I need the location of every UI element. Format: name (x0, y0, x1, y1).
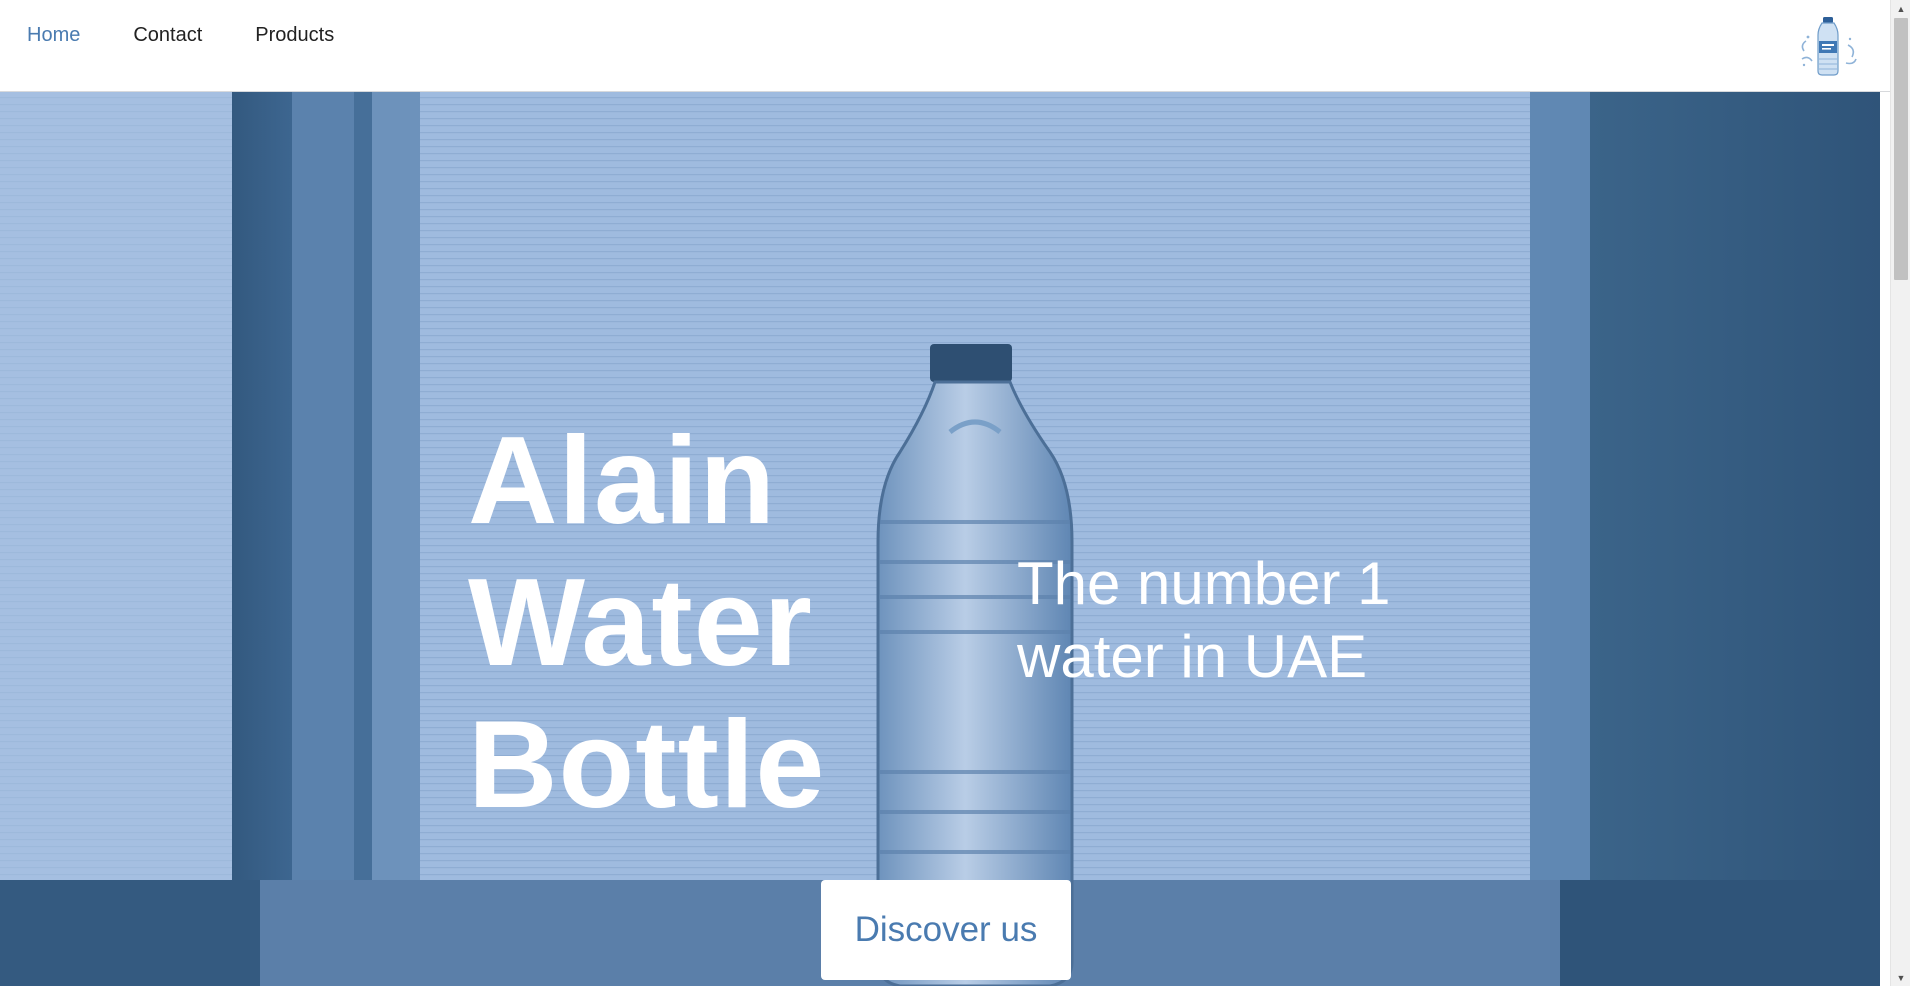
logo-graphic (1801, 17, 1857, 76)
nav-home-link[interactable]: Home (27, 22, 80, 48)
nav-contact-link[interactable]: Contact (133, 22, 202, 48)
nav-products-link[interactable]: Products (255, 22, 334, 48)
hero-subtitle-line: The number 1 (1017, 550, 1391, 617)
discover-us-button[interactable]: Discover us (821, 880, 1071, 980)
water-bottle-logo-icon[interactable] (1798, 15, 1858, 77)
hero-title: Alain Water Bottle (468, 410, 888, 836)
vertical-scrollbar[interactable]: ▲ ▼ (1890, 0, 1910, 986)
scroll-down-arrow-icon[interactable]: ▼ (1891, 969, 1910, 986)
hero-subtitle: The number 1 water in UAE (1017, 547, 1497, 693)
scroll-up-arrow-icon[interactable]: ▲ (1891, 0, 1910, 17)
hero-banner: Alain Water Bottle The number 1 water in… (0, 92, 1880, 986)
hero-title-line: Alain (468, 412, 777, 550)
browser-viewport: Home Contact Products Alain Water Bottle… (0, 0, 1890, 986)
scrollbar-thumb[interactable] (1894, 18, 1908, 280)
hero-title-line: Bottle (468, 696, 826, 834)
top-navigation: Home Contact Products (0, 0, 1890, 92)
hero-title-line: Water (468, 554, 813, 692)
hero-subtitle-line: water in UAE (1017, 623, 1368, 690)
nav-links: Home Contact Products (27, 22, 387, 48)
hero-background-image (0, 92, 1880, 986)
